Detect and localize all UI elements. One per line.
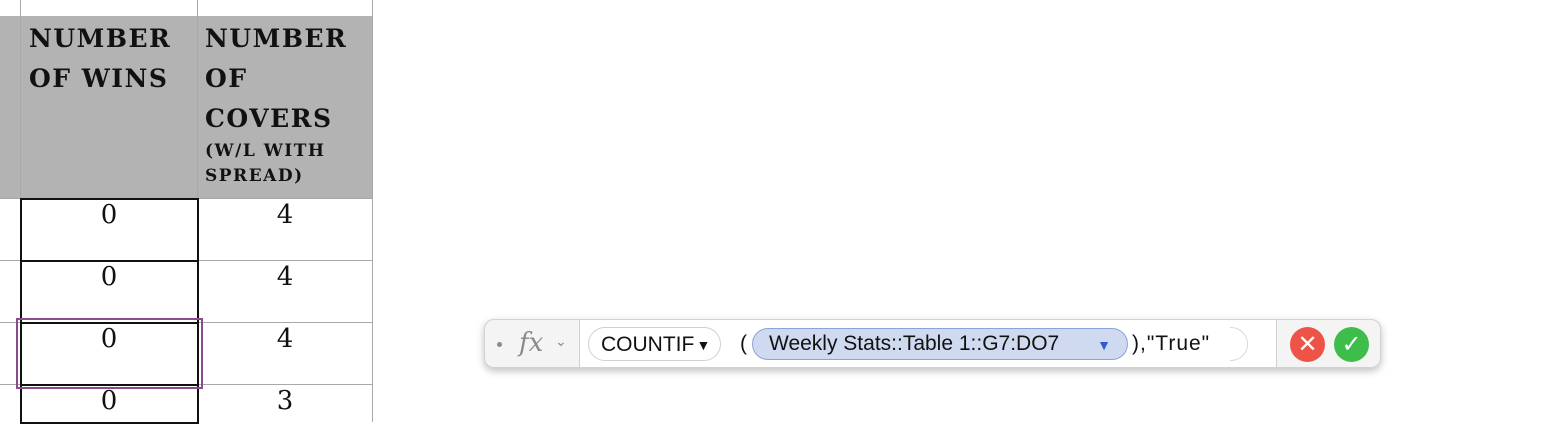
formula-trailing-text[interactable]: ),"True" bbox=[1132, 327, 1210, 361]
drag-handle-icon[interactable] bbox=[497, 342, 502, 347]
range-reference-token[interactable]: Weekly Stats::Table 1::G7:DO7 ▼ bbox=[752, 328, 1128, 360]
header-title: Number of Covers bbox=[205, 24, 348, 133]
dropdown-triangle-icon[interactable]: ▼ bbox=[696, 328, 710, 362]
column-divider bbox=[372, 0, 373, 422]
spreadsheet-table: Number of Wins Number of Covers (W/L wit… bbox=[0, 0, 374, 424]
cell-wins-row-1[interactable]: 0 bbox=[21, 200, 197, 230]
function-name: COUNTIF bbox=[601, 333, 695, 356]
chevron-down-icon[interactable]: ⌄ bbox=[555, 333, 567, 350]
fx-icon: fx bbox=[519, 328, 544, 358]
checkmark-icon: ✓ bbox=[1341, 330, 1362, 358]
fx-menu[interactable]: fx ⌄ bbox=[485, 320, 580, 367]
header-subtitle: (W/L with spread) bbox=[205, 141, 326, 186]
cell-covers-row-1[interactable]: 4 bbox=[198, 200, 372, 230]
cancel-button[interactable]: ✕ bbox=[1290, 327, 1325, 362]
cell-wins-row-4[interactable]: 0 bbox=[21, 386, 197, 416]
formula-input[interactable]: COUNTIF ▼ ( Weekly Stats::Table 1::G7:DO… bbox=[580, 320, 1277, 367]
cell-covers-row-3[interactable]: 4 bbox=[198, 324, 372, 354]
open-paren: ( bbox=[740, 332, 747, 355]
header-number-of-wins[interactable]: Number of Wins bbox=[29, 19, 194, 99]
closing-paren-placeholder bbox=[1230, 327, 1248, 361]
x-icon: ✕ bbox=[1297, 330, 1318, 358]
dropdown-triangle-icon[interactable]: ▼ bbox=[1097, 330, 1111, 360]
header-number-of-covers[interactable]: Number of Covers (W/L with spread) bbox=[205, 19, 371, 189]
formula-editor[interactable]: fx ⌄ COUNTIF ▼ ( Weekly Stats::Table 1::… bbox=[484, 319, 1381, 368]
cell-wins-row-3[interactable]: 0 bbox=[21, 324, 197, 354]
function-token-countif[interactable]: COUNTIF ▼ bbox=[588, 327, 722, 362]
accept-button[interactable]: ✓ bbox=[1334, 327, 1369, 362]
cell-covers-row-2[interactable]: 4 bbox=[198, 262, 372, 292]
cell-covers-row-4[interactable]: 3 bbox=[198, 386, 372, 416]
range-reference-text: Weekly Stats::Table 1::G7:DO7 bbox=[769, 332, 1060, 355]
cell-wins-row-2[interactable]: 0 bbox=[21, 262, 197, 292]
